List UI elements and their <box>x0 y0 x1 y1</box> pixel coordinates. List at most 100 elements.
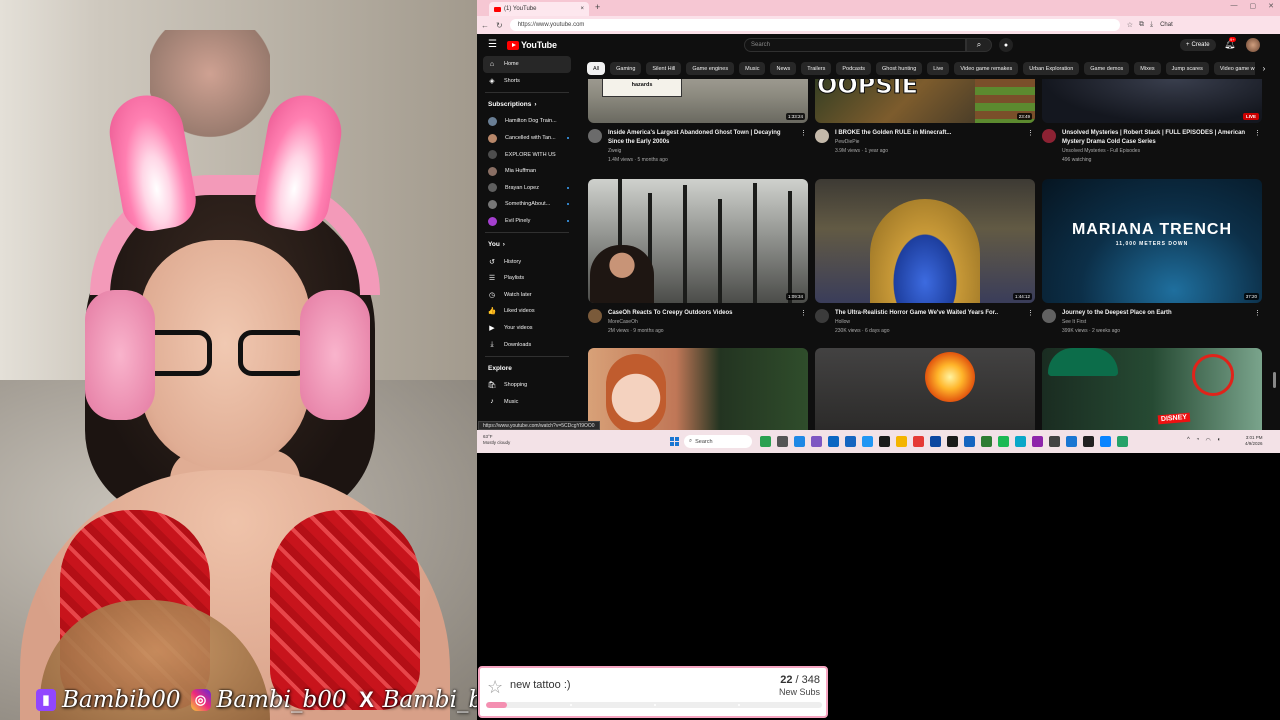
sidebar-subscription-item[interactable]: Cancelled with Tan... <box>477 130 577 147</box>
more-options-icon[interactable]: ⋮ <box>800 309 807 317</box>
chip-trailers[interactable]: Trailers <box>801 62 832 75</box>
taskbar-app-icon[interactable] <box>947 436 958 447</box>
chip-silent-hill[interactable]: Silent Hill <box>646 62 682 75</box>
youtube-logo[interactable]: YouTube <box>507 40 557 50</box>
video-thumbnail[interactable]: OOPSIE 23:49 <box>815 79 1035 123</box>
chip-ghost-hunting[interactable]: Ghost hunting <box>876 62 923 75</box>
video-thumbnail[interactable] <box>588 348 808 430</box>
video-card[interactable]: DISNEY <box>1042 348 1262 430</box>
sidebar-item-your-videos[interactable]: ▶ Your videos <box>477 320 577 337</box>
sidebar-subscription-item[interactable]: SomethingAbout... <box>477 196 577 213</box>
video-thumbnail[interactable]: 1:44:12 <box>815 179 1035 303</box>
downloads-browser-icon[interactable]: ⤓ <box>1150 21 1153 29</box>
chip-music[interactable]: Music <box>739 62 766 75</box>
more-options-icon[interactable]: ⋮ <box>800 129 807 137</box>
minimize-icon[interactable]: — <box>1231 2 1238 10</box>
video-title[interactable]: Inside America's Largest Abandoned Ghost… <box>608 129 808 147</box>
channel-avatar[interactable] <box>1042 309 1056 323</box>
taskbar-app-icon[interactable] <box>964 436 975 447</box>
channel-name[interactable]: Hollow <box>835 318 1035 327</box>
video-thumbnail[interactable]: DISNEY <box>1042 348 1262 430</box>
chip-podcasts[interactable]: Podcasts <box>836 62 872 75</box>
taskbar-app-icon[interactable] <box>998 436 1009 447</box>
address-bar[interactable]: https://www.youtube.com <box>509 19 1120 31</box>
more-options-icon[interactable]: ⋮ <box>1027 129 1034 137</box>
chevron-right-icon[interactable]: › <box>1255 62 1273 75</box>
taskbar-app-icon[interactable] <box>777 436 788 447</box>
taskbar-app-icon[interactable] <box>1049 436 1060 447</box>
chip-gaming[interactable]: Gaming <box>610 62 642 75</box>
chip-urban-exploration[interactable]: Urban Exploration <box>1023 62 1080 75</box>
sidebar-item-shorts[interactable]: ◈ Shorts <box>477 73 577 90</box>
video-thumbnail[interactable]: 1:09:34 <box>588 179 808 303</box>
extensions-icon[interactable]: ⧉ <box>1139 21 1144 29</box>
profile-button[interactable]: Chat <box>1160 22 1173 28</box>
video-thumbnail[interactable] <box>815 348 1035 430</box>
chip-game-demos[interactable]: Game demos <box>1084 62 1130 75</box>
close-window-icon[interactable]: ✕ <box>1268 2 1274 10</box>
channel-name[interactable]: See It First <box>1062 318 1262 327</box>
taskbar-search[interactable]: ⌕ Search <box>684 435 752 448</box>
channel-name[interactable]: Unsolved Mysteries - Full Episodes <box>1062 147 1262 156</box>
search-icon[interactable]: ⌕ <box>966 38 992 52</box>
video-card[interactable] <box>588 348 808 430</box>
chip-news[interactable]: News <box>770 62 797 75</box>
taskbar-app-icon[interactable] <box>1032 436 1043 447</box>
microphone-icon[interactable]: ● <box>999 38 1013 52</box>
video-thumbnail[interactable]: MARIANA TRENCH 11,000 METERS DOWN 37:20 <box>1042 179 1262 303</box>
video-card[interactable] <box>815 348 1035 430</box>
more-options-icon[interactable]: ⋮ <box>1027 309 1034 317</box>
taskbar-app-icon[interactable] <box>981 436 992 447</box>
scrollbar-thumb[interactable] <box>1273 372 1276 388</box>
video-title[interactable]: The Ultra-Realistic Horror Game We've Wa… <box>835 309 1035 318</box>
chip-live[interactable]: Live <box>927 62 950 75</box>
windows-start-icon[interactable] <box>670 437 679 446</box>
chip-video-game-w[interactable]: Video game w <box>1213 62 1261 75</box>
video-title[interactable]: Unsolved Mysteries | Robert Stack | FULL… <box>1062 129 1262 147</box>
sidebar-subscription-item[interactable]: Mia Huffman <box>477 163 577 180</box>
back-icon[interactable]: ← <box>481 21 489 30</box>
sidebar-item-liked-videos[interactable]: 👍 Liked videos <box>477 303 577 320</box>
chip-game-engines[interactable]: Game engines <box>686 62 735 75</box>
chevron-up-icon[interactable]: ^ <box>1187 437 1190 444</box>
wifi-icon[interactable]: ◠ <box>1205 437 1210 444</box>
video-card[interactable]: 1:44:12 The Ultra-Realistic Horror Game … <box>815 179 1035 336</box>
taskbar-app-icon[interactable] <box>1100 436 1111 447</box>
subscriptions-header[interactable]: Subscriptions › <box>477 96 577 113</box>
taskbar-app-icon[interactable] <box>828 436 839 447</box>
video-card[interactable]: No Unauthorized Access - Area has known … <box>588 79 808 165</box>
more-options-icon[interactable]: ⋮ <box>1254 129 1261 137</box>
taskbar-app-icon[interactable] <box>1117 436 1128 447</box>
menu-icon[interactable]: ☰ <box>488 39 497 50</box>
channel-avatar[interactable] <box>1042 129 1056 143</box>
video-thumbnail[interactable]: LIVE <box>1042 79 1262 123</box>
chip-jump-scares[interactable]: Jump scares <box>1165 62 1209 75</box>
channel-name[interactable]: Zweig <box>608 147 808 156</box>
video-card[interactable]: LIVE Unsolved Mysteries | Robert Stack |… <box>1042 79 1262 165</box>
sidebar-subscription-item[interactable]: Evil Pinely <box>477 213 577 230</box>
taskbar-app-icon[interactable] <box>1015 436 1026 447</box>
taskbar-app-icon[interactable] <box>1083 436 1094 447</box>
weather-widget[interactable]: 63°F Mostly cloudy <box>483 434 510 446</box>
taskbar-app-icon[interactable] <box>1066 436 1077 447</box>
video-card[interactable]: MARIANA TRENCH 11,000 METERS DOWN 37:20 … <box>1042 179 1262 336</box>
channel-name[interactable]: PewDiePie <box>835 138 1035 147</box>
taskbar-app-icon[interactable] <box>930 436 941 447</box>
video-title[interactable]: I BROKE the Golden RULE in Minecraft... <box>835 129 1035 138</box>
sidebar-subscription-item[interactable]: EXPLORE WITH US <box>477 146 577 163</box>
video-card[interactable]: 1:09:34 CaseOh Reacts To Creepy Outdoors… <box>588 179 808 336</box>
chip-video-game-remakes[interactable]: Video game remakes <box>954 62 1019 75</box>
channel-name[interactable]: MoreCaseOh <box>608 318 808 327</box>
maximize-icon[interactable]: ▢ <box>1250 2 1257 10</box>
channel-avatar[interactable] <box>815 309 829 323</box>
bookmark-icon[interactable]: ☆ <box>1127 21 1133 29</box>
taskbar-app-icon[interactable] <box>862 436 873 447</box>
taskbar-app-icon[interactable] <box>879 436 890 447</box>
channel-avatar[interactable] <box>588 309 602 323</box>
chip-all[interactable]: All <box>587 62 606 75</box>
taskbar-app-icon[interactable] <box>845 436 856 447</box>
taskbar-app-icon[interactable] <box>811 436 822 447</box>
chip-mixes[interactable]: Mixes <box>1134 62 1161 75</box>
channel-avatar[interactable] <box>815 129 829 143</box>
you-header[interactable]: You › <box>477 236 577 253</box>
